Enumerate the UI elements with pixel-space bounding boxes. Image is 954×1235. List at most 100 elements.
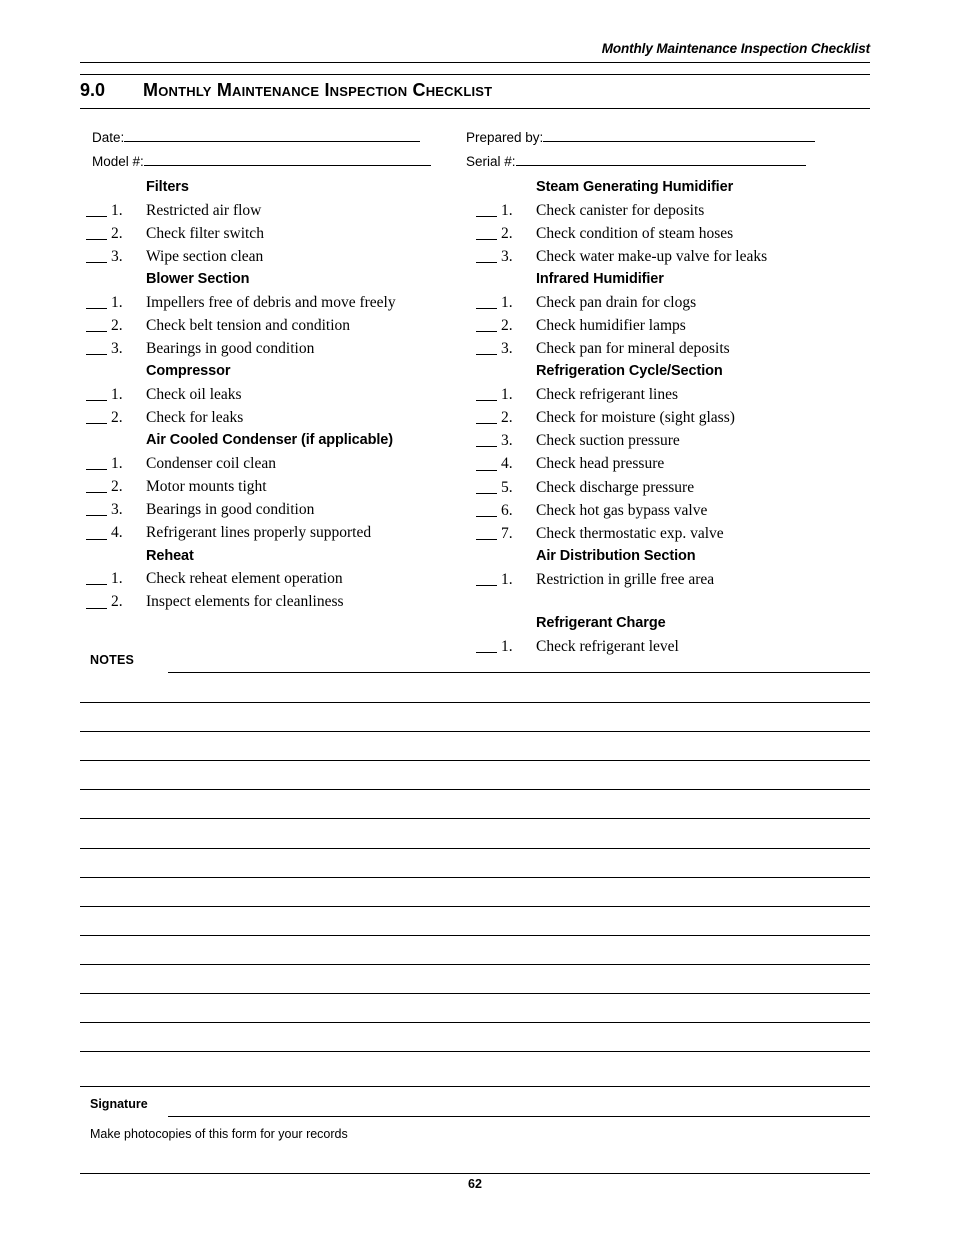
checklist-item-blank[interactable]	[86, 307, 107, 309]
prepared-by-field[interactable]: Prepared by:	[466, 128, 816, 145]
checklist-item-number: 1.	[111, 293, 123, 311]
checklist-item[interactable]: 1. Check oil leaks	[86, 383, 486, 406]
notes-rule-line[interactable]	[80, 760, 870, 762]
date-field-line[interactable]	[124, 128, 421, 142]
checklist-group-heading: Refrigerant Charge	[536, 615, 666, 631]
checklist-item-label: Restricted air flow	[146, 201, 262, 219]
prepared-by-field-line[interactable]	[543, 128, 816, 142]
checklist-item-blank[interactable]	[476, 539, 497, 541]
checklist-item-label: Motor mounts tight	[146, 478, 267, 496]
date-field[interactable]: Date:	[92, 128, 421, 145]
checklist-item-blank[interactable]	[476, 585, 497, 586]
checklist-item[interactable]: 3. Bearings in good condition	[86, 498, 486, 521]
notes-rule-line[interactable]	[80, 731, 870, 733]
serial-number-field-line[interactable]	[515, 152, 806, 166]
checklist-item-blank[interactable]	[86, 331, 107, 333]
checklist-item-blank[interactable]	[86, 238, 107, 240]
checklist-item-label: Check reheat element operation	[146, 570, 343, 588]
checklist-item-label: Check for leaks	[146, 409, 244, 427]
checklist-item-blank[interactable]	[476, 651, 497, 653]
notes-rule-line[interactable]	[80, 702, 870, 703]
serial-number-field[interactable]: Serial #:	[466, 152, 806, 169]
notes-rule-line[interactable]	[80, 934, 870, 936]
signature-line[interactable]	[168, 1116, 870, 1117]
checklist-item-blank[interactable]	[476, 215, 497, 217]
checklist-item-blank[interactable]	[476, 331, 497, 333]
checklist-item[interactable]: 2. Check for moisture (sight glass)	[476, 406, 876, 429]
checklist-item-number: 2.	[111, 316, 123, 334]
checklist-item-blank[interactable]	[86, 515, 107, 517]
checklist-item-label: Condenser coil clean	[146, 454, 276, 472]
checklist-item[interactable]: 2. Motor mounts tight	[86, 475, 486, 498]
checklist-item-number: 2.	[111, 478, 123, 496]
checklist-item-label: Impellers free of debris and move freely	[146, 293, 396, 311]
checklist-item-blank[interactable]	[86, 607, 107, 609]
checklist-item-number: 3.	[111, 247, 123, 265]
checklist-item[interactable]: 4. Check head pressure	[476, 452, 876, 475]
checklist-item-blank[interactable]	[476, 262, 497, 264]
notes-rule-line[interactable]	[80, 963, 870, 965]
notes-rule-line[interactable]	[80, 818, 870, 820]
model-number-field-line[interactable]	[143, 152, 431, 166]
checklist-item[interactable]: 1. Restricted air flow	[86, 199, 486, 222]
checklist-item-number: 3.	[501, 432, 513, 450]
checklist-item-blank[interactable]	[86, 469, 107, 471]
checklist-group-heading: Air Distribution Section	[536, 548, 696, 565]
checklist-item[interactable]: 4. Refrigerant lines properly supported	[86, 521, 486, 544]
notes-rule-line[interactable]	[80, 993, 870, 994]
checklist-group-heading: Infrared Humidifier	[536, 271, 664, 288]
checklist-item-blank[interactable]	[476, 238, 497, 240]
checklist-item-blank[interactable]	[86, 584, 107, 586]
checklist-item[interactable]: 1. Restriction in grille free area	[476, 568, 876, 591]
notes-rule-line[interactable]	[80, 1022, 870, 1024]
checklist-item-blank[interactable]	[86, 354, 107, 356]
checklist-item-blank[interactable]	[86, 538, 107, 540]
checklist-item[interactable]: 2. Check humidifier lamps	[476, 314, 876, 337]
notes-first-rule	[168, 672, 870, 673]
notes-rule-line[interactable]	[80, 847, 870, 849]
notes-rule-line[interactable]	[80, 905, 870, 907]
checklist-item[interactable]: 1. Condenser coil clean	[86, 452, 486, 475]
checklist-item[interactable]: 2. Check condition of steam hoses	[476, 222, 876, 245]
checklist-item[interactable]: 3. Check suction pressure	[476, 429, 876, 452]
checklist-item-blank[interactable]	[86, 400, 107, 402]
checklist-item-blank[interactable]	[476, 400, 497, 402]
checklist-item[interactable]: 6. Check hot gas bypass valve	[476, 499, 876, 522]
checklist-item[interactable]: 1. Check refrigerant level	[476, 635, 876, 658]
checklist-item[interactable]: 1. Check canister for deposits	[476, 199, 876, 222]
checklist-item-blank[interactable]	[476, 307, 497, 309]
checklist-item[interactable]: 3. Bearings in good condition	[86, 337, 486, 360]
checklist-item[interactable]: 7. Check thermostatic exp. valve	[476, 522, 876, 545]
checklist-item-blank[interactable]	[476, 446, 497, 448]
checklist-item-label: Check hot gas bypass valve	[536, 501, 708, 519]
checklist-item[interactable]: 5. Check discharge pressure	[476, 476, 876, 499]
checklist-item-blank[interactable]	[86, 423, 107, 425]
checklist-column-left: Filters 1. Restricted air flow 2. Check filt…	[86, 176, 486, 614]
checklist-item[interactable]: 3. Wipe section clean	[86, 245, 486, 268]
checklist-item-blank[interactable]	[476, 354, 497, 356]
notes-rule-line[interactable]	[80, 876, 870, 878]
model-number-field[interactable]: Model #:	[92, 152, 431, 169]
checklist-item[interactable]: 3. Check water make-up valve for leaks	[476, 245, 876, 268]
checklist-item[interactable]: 2. Inspect elements for cleanliness	[86, 590, 486, 613]
checklist-item[interactable]: 1. Check pan drain for clogs	[476, 291, 876, 314]
checklist-item[interactable]: 3. Check pan for mineral deposits	[476, 337, 876, 360]
checklist-group-heading: Blower Section	[146, 271, 250, 288]
checklist-item[interactable]: 2. Check belt tension and condition	[86, 314, 486, 337]
checklist-item-blank[interactable]	[86, 262, 107, 264]
checklist-item-blank[interactable]	[86, 215, 107, 217]
checklist-item[interactable]: 1. Check refrigerant lines	[476, 383, 876, 406]
checklist-item[interactable]: 2. Check for leaks	[86, 406, 486, 429]
checklist-item[interactable]: 1. Check reheat element operation	[86, 567, 486, 590]
notes-rule-line[interactable]	[80, 1051, 870, 1053]
notes-rule-line[interactable]	[80, 789, 870, 791]
checklist-item[interactable]: 2. Check filter switch	[86, 222, 486, 245]
checklist-item-label: Check for moisture (sight glass)	[536, 409, 735, 427]
checklist-item-blank[interactable]	[476, 469, 497, 471]
checklist-item-blank[interactable]	[476, 516, 497, 518]
checklist-item-blank[interactable]	[476, 423, 497, 425]
checklist-item-label: Refrigerant lines properly supported	[146, 524, 372, 542]
checklist-item[interactable]: 1. Impellers free of debris and move free…	[86, 291, 486, 314]
checklist-item-blank[interactable]	[86, 492, 107, 494]
checklist-item-blank[interactable]	[476, 492, 497, 494]
